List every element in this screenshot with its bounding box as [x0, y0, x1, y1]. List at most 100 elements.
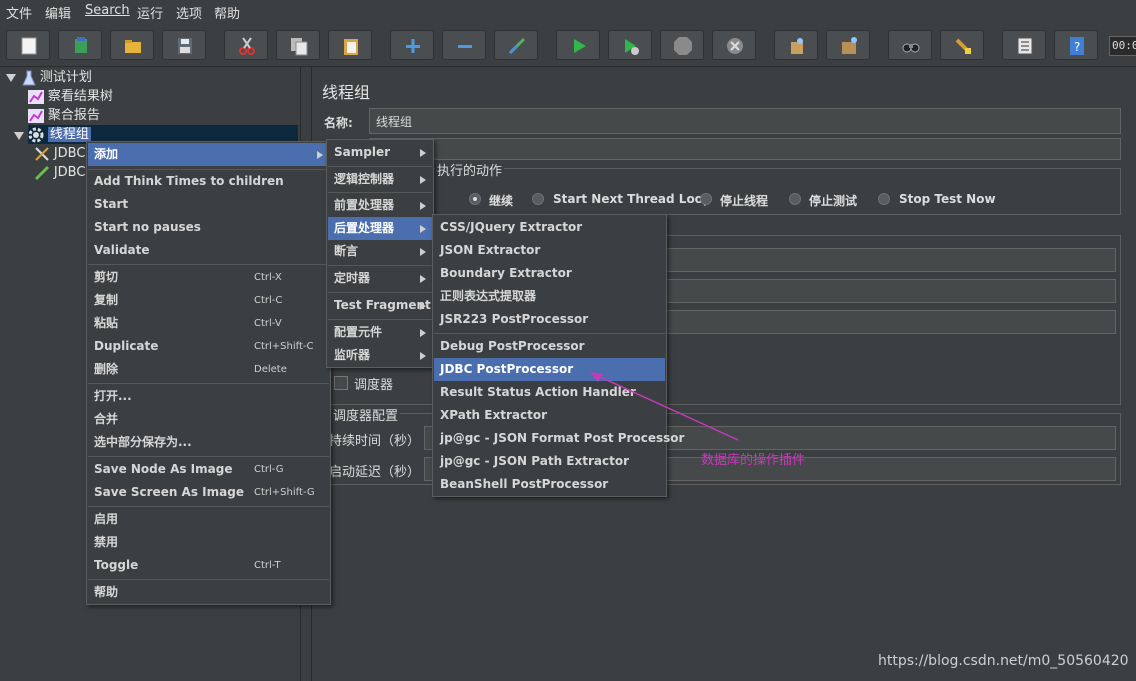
menu-item-label: JSON Extractor: [440, 243, 541, 257]
post-item-debug[interactable]: Debug PostProcessor: [434, 335, 665, 358]
menu-item-delete[interactable]: 删除 Delete: [88, 358, 329, 381]
menu-item-save-node-image[interactable]: Save Node As Image Ctrl-G: [88, 458, 329, 481]
menu-item-help[interactable]: 帮助: [88, 581, 329, 604]
tree-item-test-plan[interactable]: 测试计划: [22, 68, 92, 87]
submenu-item-pre-processor[interactable]: 前置处理器: [328, 194, 432, 217]
function-helper-icon[interactable]: [1002, 30, 1046, 60]
name-field[interactable]: 线程组: [369, 108, 1121, 134]
radio-start-next-loop[interactable]: [532, 193, 544, 205]
post-item-result-status[interactable]: Result Status Action Handler: [434, 381, 665, 404]
radio-stop-thread[interactable]: [700, 193, 712, 205]
tools-icon: [35, 146, 49, 161]
menu-item-enable[interactable]: 启用: [88, 508, 329, 531]
post-item-jsr223[interactable]: JSR223 PostProcessor: [434, 308, 665, 331]
expand-triangle-icon[interactable]: [14, 132, 24, 140]
paste-icon[interactable]: [328, 30, 372, 60]
menu-item-start[interactable]: Start: [88, 193, 329, 216]
submenu-item-config-element[interactable]: 配置元件: [328, 321, 432, 344]
menu-item-label: Validate: [94, 243, 150, 257]
menu-item-open[interactable]: 打开...: [88, 385, 329, 408]
menu-item-disable[interactable]: 禁用: [88, 531, 329, 554]
menu-item-duplicate[interactable]: Duplicate Ctrl+Shift-C: [88, 335, 329, 358]
cut-icon[interactable]: [224, 30, 268, 60]
menu-item-save-screen-image[interactable]: Save Screen As Image Ctrl+Shift-G: [88, 481, 329, 504]
tree-item-view-results-tree[interactable]: 察看结果树: [28, 87, 113, 106]
menu-item-validate[interactable]: Validate: [88, 239, 329, 262]
new-icon[interactable]: [6, 30, 50, 60]
graph-icon: [28, 108, 44, 123]
menu-item-label: 选中部分保存为...: [94, 435, 192, 449]
submenu-item-sampler[interactable]: Sampler: [328, 141, 432, 164]
open-icon[interactable]: [110, 30, 154, 60]
tree-item-label: 测试计划: [39, 70, 92, 85]
menu-item-label: Save Screen As Image: [94, 485, 244, 499]
submenu-arrow-icon: [420, 149, 426, 157]
tree-item-jdbc-1[interactable]: JDBC: [34, 144, 85, 163]
menu-item-paste[interactable]: 粘贴 Ctrl-V: [88, 312, 329, 335]
menu-item-add[interactable]: 添加: [88, 143, 329, 166]
collapse-icon[interactable]: [442, 30, 486, 60]
shutdown-icon[interactable]: [712, 30, 756, 60]
post-item-beanshell[interactable]: BeanShell PostProcessor: [434, 473, 665, 496]
menu-item-merge[interactable]: 合并: [88, 408, 329, 431]
comments-field[interactable]: [369, 138, 1121, 160]
clear-all-icon[interactable]: [826, 30, 870, 60]
submenu-item-timer[interactable]: 定时器: [328, 267, 432, 290]
radio-stop-test-now[interactable]: [878, 193, 890, 205]
menu-item-label: Add Think Times to children: [94, 174, 284, 188]
menu-item-label: Duplicate: [94, 339, 159, 353]
action-label: 停止线程: [720, 194, 769, 208]
menu-item-label: BeanShell PostProcessor: [440, 477, 609, 491]
menu-item-start-no-pauses[interactable]: Start no pauses: [88, 216, 329, 239]
save-icon[interactable]: [162, 30, 206, 60]
menu-item-label: 禁用: [94, 535, 119, 549]
submenu-item-post-processor[interactable]: 后置处理器: [328, 217, 432, 240]
menu-search[interactable]: Search: [85, 3, 130, 18]
menu-options[interactable]: 选项: [176, 3, 202, 22]
stop-icon[interactable]: [660, 30, 704, 60]
tree-item-aggregate-report[interactable]: 聚合报告: [28, 106, 100, 125]
menu-item-cut[interactable]: 剪切 Ctrl-X: [88, 266, 329, 289]
post-item-json-extractor[interactable]: JSON Extractor: [434, 239, 665, 262]
menu-item-label: Start no pauses: [94, 220, 201, 234]
menu-help[interactable]: 帮助: [214, 3, 240, 22]
menu-item-label: JSR223 PostProcessor: [440, 312, 589, 326]
search-icon[interactable]: [888, 30, 932, 60]
menu-item-label: 后置处理器: [334, 221, 395, 235]
post-item-json-format[interactable]: jp@gc - JSON Format Post Processor: [434, 427, 684, 450]
scheduler-checkbox[interactable]: [334, 376, 348, 390]
menu-item-add-think-times[interactable]: Add Think Times to children: [88, 170, 329, 193]
menu-item-copy[interactable]: 复制 Ctrl-C: [88, 289, 329, 312]
menu-item-label: 合并: [94, 412, 119, 426]
post-item-css-jquery[interactable]: CSS/JQuery Extractor: [434, 216, 665, 239]
reset-search-icon[interactable]: [940, 30, 984, 60]
tree-item-jdbc-2[interactable]: JDBC: [34, 163, 85, 182]
submenu-item-logic-controller[interactable]: 逻辑控制器: [328, 168, 432, 191]
menu-item-save-selection[interactable]: 选中部分保存为...: [88, 431, 329, 454]
help-icon[interactable]: ?: [1054, 30, 1098, 60]
start-no-pause-icon[interactable]: [608, 30, 652, 60]
menu-item-label: 帮助: [94, 585, 119, 599]
menu-item-label: XPath Extractor: [440, 408, 547, 422]
submenu-item-test-fragment[interactable]: Test Fragment: [328, 294, 432, 317]
submenu-item-assertion[interactable]: 断言: [328, 240, 432, 263]
menu-item-toggle[interactable]: Toggle Ctrl-T: [88, 554, 329, 577]
post-item-jdbc[interactable]: JDBC PostProcessor: [434, 358, 665, 381]
copy-icon[interactable]: [276, 30, 320, 60]
post-item-boundary-extractor[interactable]: Boundary Extractor: [434, 262, 665, 285]
radio-continue[interactable]: [469, 193, 481, 205]
expand-icon[interactable]: [390, 30, 434, 60]
menu-file[interactable]: 文件: [6, 3, 32, 22]
expand-triangle-icon[interactable]: [6, 74, 16, 82]
radio-stop-test[interactable]: [789, 193, 801, 205]
clear-icon[interactable]: [774, 30, 818, 60]
menu-edit[interactable]: 编辑: [45, 3, 71, 22]
submenu-item-listener[interactable]: 监听器: [328, 344, 432, 367]
toggle-icon[interactable]: [494, 30, 538, 60]
post-item-regex-extractor[interactable]: 正则表达式提取器: [434, 285, 665, 308]
post-item-xpath[interactable]: XPath Extractor: [434, 404, 665, 427]
start-icon[interactable]: [556, 30, 600, 60]
post-item-json-path[interactable]: jp@gc - JSON Path Extractor: [434, 450, 665, 473]
menu-run[interactable]: 运行: [137, 3, 163, 22]
templates-icon[interactable]: [58, 30, 102, 60]
